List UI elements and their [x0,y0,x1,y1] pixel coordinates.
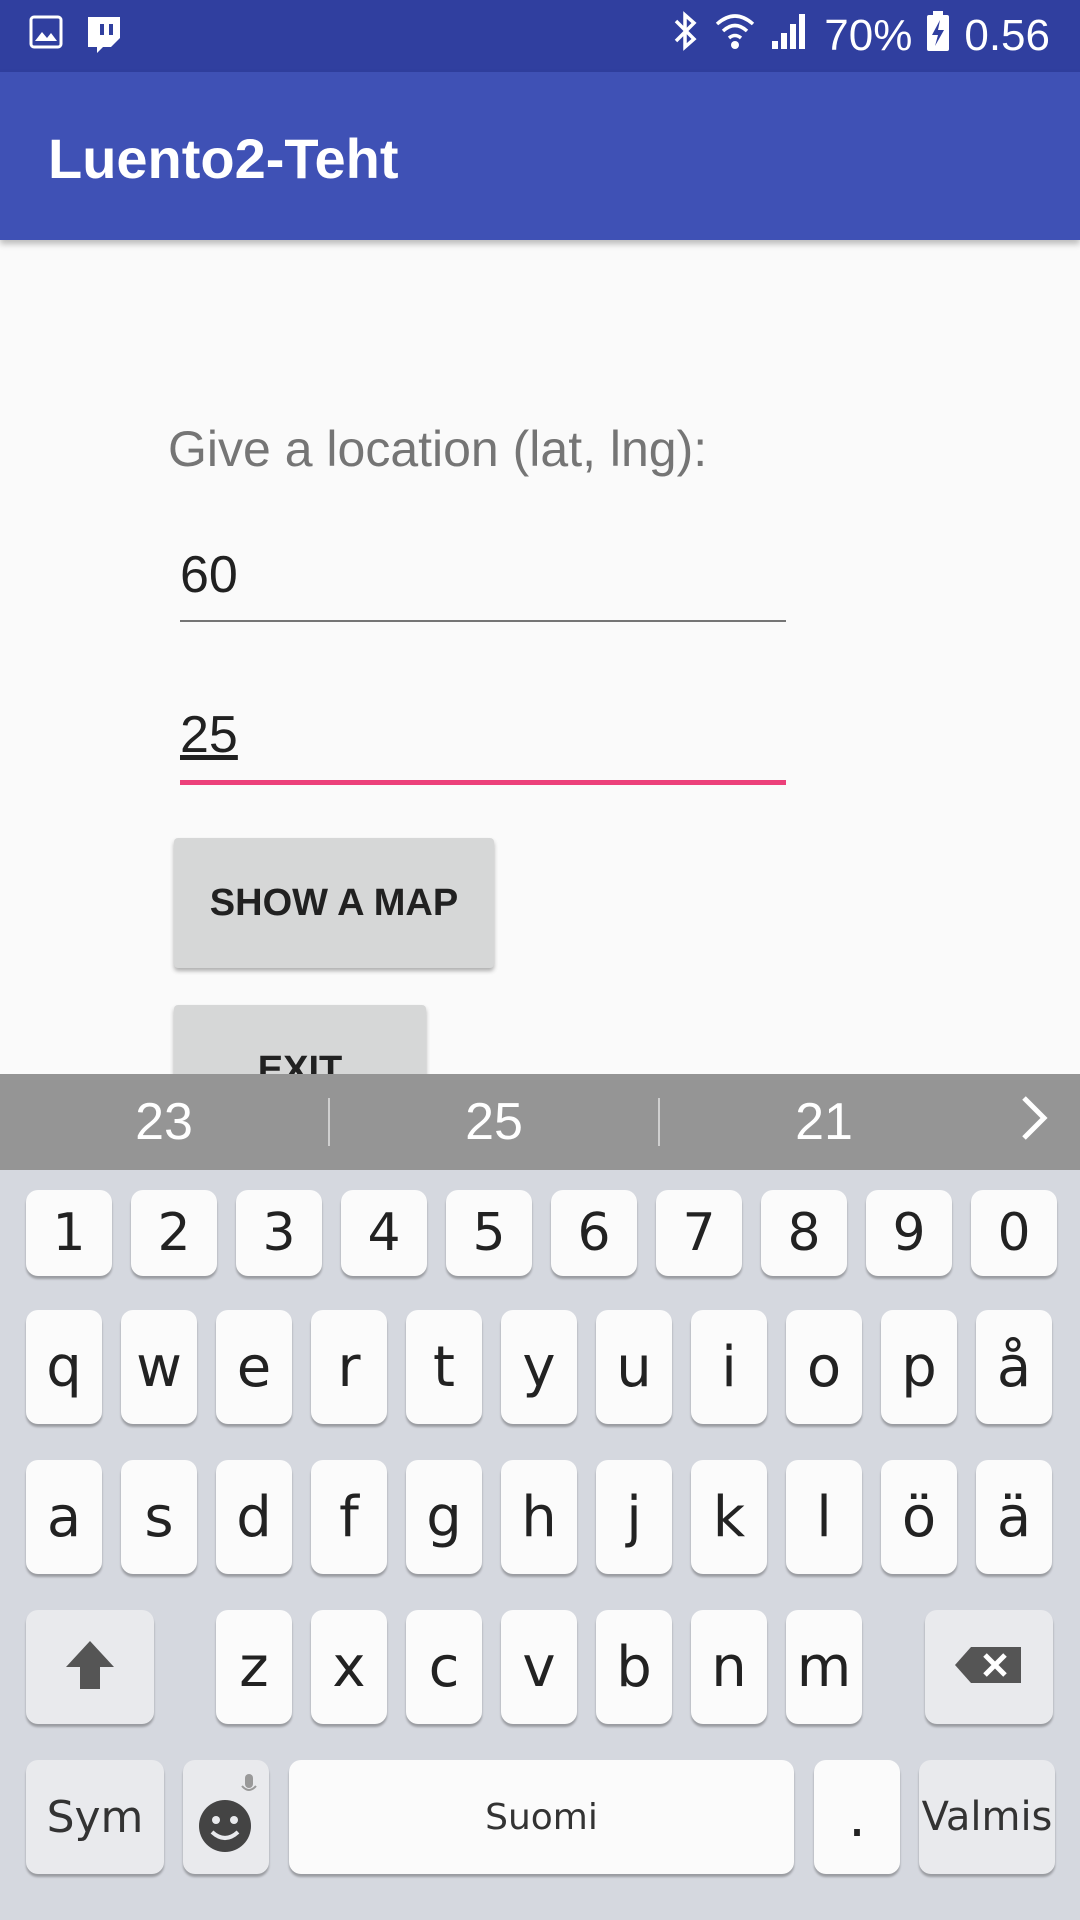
key-c[interactable]: c [406,1610,482,1724]
key-a-ring[interactable]: å [976,1310,1052,1424]
wifi-icon [714,10,756,63]
backspace-key[interactable] [925,1610,1053,1724]
clock: 0.56 [964,11,1050,60]
key-a[interactable]: a [26,1460,102,1574]
latitude-input[interactable] [180,540,786,610]
app-title: Luento2-Teht [48,127,399,190]
keyboard: 1 2 3 4 5 6 7 8 9 0 q w e r t y u i o p … [0,1170,1080,1920]
key-2[interactable]: 2 [131,1190,217,1276]
shift-key[interactable] [26,1610,154,1724]
key-f[interactable]: f [311,1460,387,1574]
suggestion-item[interactable]: 25 [330,1092,658,1152]
location-prompt: Give a location (lat, lng): [168,421,708,477]
key-s[interactable]: s [121,1460,197,1574]
key-j[interactable]: j [596,1460,672,1574]
key-b[interactable]: b [596,1610,672,1724]
exit-button[interactable]: EXIT [174,1005,426,1074]
gallery-icon [28,14,64,59]
key-a-umlaut[interactable]: ä [976,1460,1052,1574]
key-p[interactable]: p [881,1310,957,1424]
key-6[interactable]: 6 [551,1190,637,1276]
twitch-icon [84,14,124,59]
done-key[interactable]: Valmis [919,1760,1055,1874]
emoji-key[interactable] [183,1760,269,1874]
key-t[interactable]: t [406,1310,482,1424]
key-4[interactable]: 4 [341,1190,427,1276]
space-bar[interactable]: Suomi [289,1760,794,1874]
key-x[interactable]: x [311,1610,387,1724]
app-bar: Luento2-Teht [0,72,1080,240]
key-d[interactable]: d [216,1460,292,1574]
suggestion-item[interactable]: 21 [660,1092,988,1152]
signal-icon [770,11,810,62]
longitude-input[interactable] [180,700,786,770]
battery-percent: 70% [824,11,913,60]
suggestion-item[interactable]: 23 [0,1092,328,1152]
bluetooth-icon [672,9,700,64]
key-5[interactable]: 5 [446,1190,532,1276]
key-n[interactable]: n [691,1610,767,1724]
key-h[interactable]: h [501,1460,577,1574]
key-8[interactable]: 8 [761,1190,847,1276]
backspace-icon [953,1645,1025,1689]
sym-key[interactable]: Sym [26,1760,164,1874]
key-y[interactable]: y [501,1310,577,1424]
main-content: Give a location (lat, lng): SHOW A MAP E… [0,240,1080,1074]
latitude-field-container [180,540,786,622]
longitude-underline-focused [180,780,786,785]
key-u[interactable]: u [596,1310,672,1424]
key-v[interactable]: v [501,1610,577,1724]
emoji-icon [191,1770,261,1864]
key-l[interactable]: l [786,1460,862,1574]
status-bar: 70% 0.56 [0,0,1080,72]
show-map-button[interactable]: SHOW A MAP [174,838,494,968]
chevron-right-icon[interactable] [988,1090,1080,1155]
key-0[interactable]: 0 [971,1190,1057,1276]
key-q[interactable]: q [26,1310,102,1424]
key-z[interactable]: z [216,1610,292,1724]
key-e[interactable]: e [216,1310,292,1424]
key-i[interactable]: i [691,1310,767,1424]
key-g[interactable]: g [406,1460,482,1574]
key-o-umlaut[interactable]: ö [881,1460,957,1574]
longitude-field-container [180,700,786,785]
key-7[interactable]: 7 [656,1190,742,1276]
key-r[interactable]: r [311,1310,387,1424]
period-key[interactable]: . [814,1760,900,1874]
key-1[interactable]: 1 [26,1190,112,1276]
key-3[interactable]: 3 [236,1190,322,1276]
shift-arrow-icon [62,1637,118,1697]
latitude-underline [180,620,786,622]
key-w[interactable]: w [121,1310,197,1424]
key-m[interactable]: m [786,1610,862,1724]
suggestion-strip: 23 25 21 [0,1074,1080,1170]
key-k[interactable]: k [691,1460,767,1574]
key-9[interactable]: 9 [866,1190,952,1276]
battery-charging-icon [926,10,950,63]
key-o[interactable]: o [786,1310,862,1424]
